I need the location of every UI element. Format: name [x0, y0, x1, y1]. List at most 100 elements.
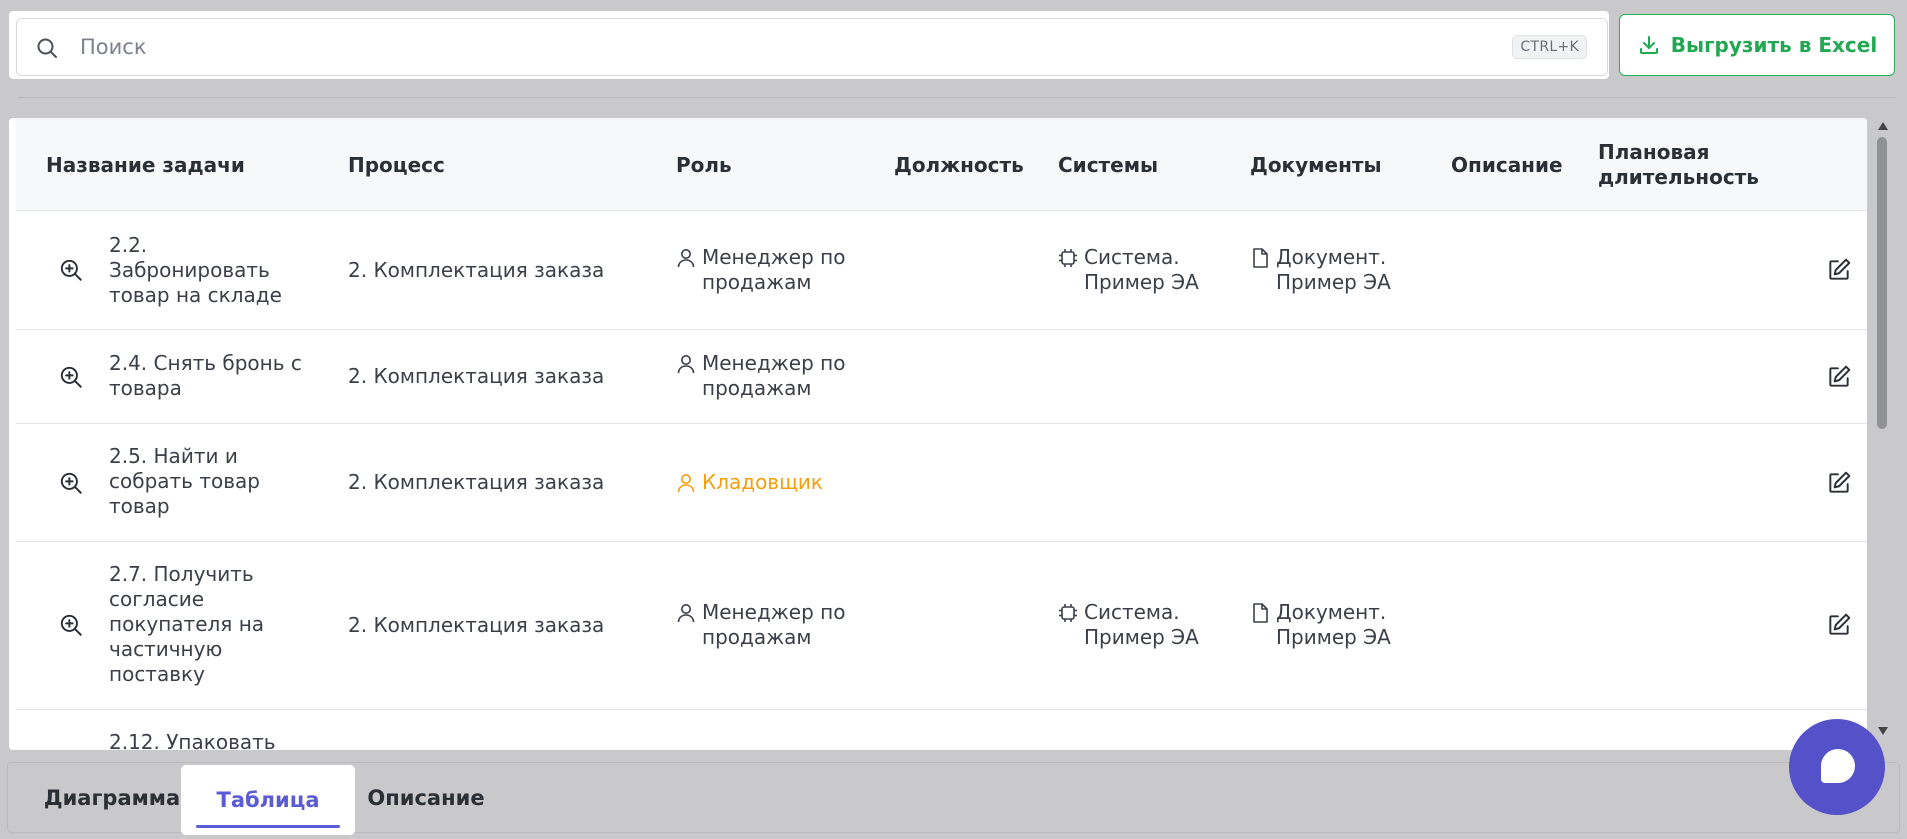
scrollbar-thumb[interactable]	[1877, 137, 1887, 429]
role-line: продажам	[702, 270, 812, 294]
task-name: 2.12. Упаковать	[109, 730, 276, 750]
chat-icon	[1821, 749, 1855, 783]
search-icon	[37, 38, 57, 58]
divider	[18, 97, 1896, 98]
table-row[interactable]: 2.5. Найти и собрать товар товар 2. Комп…	[16, 424, 1867, 542]
download-icon	[1639, 36, 1658, 54]
tab-table[interactable]: Таблица	[181, 765, 355, 835]
role-line: Кладовщик	[702, 470, 824, 494]
zoom-in-icon[interactable]	[58, 364, 84, 390]
task-name-line: поставку	[109, 662, 205, 686]
column-header-duration-line2: длительность	[1598, 165, 1759, 189]
task-name-line: собрать товар	[109, 469, 260, 493]
chip-icon	[1059, 604, 1077, 622]
user-icon	[677, 355, 695, 374]
zoom-in-icon[interactable]	[58, 612, 84, 638]
search-placeholder: Поиск	[80, 35, 147, 59]
document-line: Документ.	[1276, 245, 1387, 269]
column-header-duration[interactable]: Плановая длительность	[1598, 140, 1759, 190]
table-header: Название задачи Процесс Роль Должность С…	[16, 118, 1867, 211]
task-system[interactable]: Система. Пример ЭА	[1058, 245, 1199, 295]
document-line: Документ.	[1276, 600, 1387, 624]
scroll-up-arrow[interactable]	[1878, 122, 1888, 130]
role-line: Менеджер по	[702, 245, 846, 269]
task-process: 2. Комплектация заказа	[348, 364, 605, 388]
column-header-process[interactable]: Процесс	[348, 153, 445, 178]
task-role[interactable]: Кладовщик	[676, 470, 823, 495]
tab-label: Таблица	[216, 788, 320, 812]
system-line: Пример ЭА	[1084, 625, 1199, 649]
chat-button[interactable]	[1789, 719, 1885, 815]
export-excel-button[interactable]: Выгрузить в Excel	[1619, 14, 1895, 76]
role-line: продажам	[702, 376, 812, 400]
table-row[interactable]: 2.7. Получить согласие покупателя на час…	[16, 542, 1867, 710]
role-line: Менеджер по	[702, 600, 846, 624]
task-name-line: товара	[109, 376, 182, 400]
search-input[interactable]: Поиск CTRL+K	[16, 18, 1608, 76]
zoom-in-icon[interactable]	[58, 470, 84, 496]
task-name-line: 2.2.	[109, 233, 148, 257]
task-name-line: 2.5. Найти и	[109, 444, 238, 468]
tab-label: Диаграмма	[43, 785, 181, 810]
edit-icon[interactable]	[1826, 470, 1852, 496]
system-line: Система.	[1084, 245, 1180, 269]
task-role[interactable]: Менеджер по продажам	[676, 600, 845, 650]
task-process: 2. Комплектация заказа	[348, 470, 605, 494]
column-header-documents[interactable]: Документы	[1250, 153, 1382, 178]
task-document[interactable]: Документ. Пример ЭА	[1250, 600, 1391, 650]
task-name-line: частичную	[109, 637, 223, 661]
zoom-in-icon[interactable]	[58, 257, 84, 283]
file-icon	[1253, 248, 1268, 268]
system-line: Система.	[1084, 600, 1180, 624]
task-name-line: 2.12. Упаковать	[109, 730, 276, 750]
edit-icon[interactable]	[1826, 257, 1852, 283]
task-name: 2.4. Снять бронь с товара	[109, 351, 302, 401]
task-name: 2.5. Найти и собрать товар товар	[109, 444, 260, 519]
role-line: Менеджер по	[702, 351, 846, 375]
task-name-line: 2.7. Получить	[109, 562, 254, 586]
column-header-name[interactable]: Название задачи	[46, 153, 245, 178]
tab-diagram[interactable]: Диаграмма	[26, 763, 198, 832]
task-process: 2. Комплектация заказа	[348, 613, 605, 637]
edit-icon[interactable]	[1826, 612, 1852, 638]
column-header-systems[interactable]: Системы	[1058, 153, 1158, 178]
role-line: продажам	[702, 625, 812, 649]
column-header-duration-line1: Плановая	[1598, 140, 1710, 164]
task-name-line: покупателя на	[109, 612, 265, 636]
user-icon	[677, 604, 695, 623]
shortcut-badge: CTRL+K	[1512, 35, 1587, 59]
column-header-description[interactable]: Описание	[1451, 153, 1563, 178]
task-system[interactable]: Система. Пример ЭА	[1058, 600, 1199, 650]
column-header-position[interactable]: Должность	[894, 153, 1024, 178]
task-role[interactable]: Менеджер по продажам	[676, 245, 845, 295]
table-row[interactable]: 2.12. Упаковать	[16, 710, 1867, 750]
export-label: Выгрузить в Excel	[1670, 33, 1878, 57]
task-name: 2.2. Забронировать товар на складе	[109, 233, 282, 308]
task-document[interactable]: Документ. Пример ЭА	[1250, 245, 1391, 295]
column-header-role[interactable]: Роль	[676, 153, 732, 178]
task-name-line: товар	[109, 494, 170, 518]
view-tabs: Диаграмма Таблица Описание	[7, 762, 1900, 835]
scroll-down-arrow[interactable]	[1878, 727, 1888, 735]
active-tab-indicator	[196, 825, 340, 828]
task-name-line: 2.4. Снять бронь с	[109, 351, 302, 375]
task-name-line: товар на складе	[109, 283, 282, 307]
user-icon	[677, 249, 695, 268]
task-name-line: Забронировать	[109, 258, 270, 282]
file-icon	[1253, 603, 1268, 623]
edit-icon[interactable]	[1826, 364, 1852, 390]
user-icon	[677, 474, 695, 493]
tab-description[interactable]: Описание	[358, 763, 494, 832]
task-name-line: согласие	[109, 587, 205, 611]
document-line: Пример ЭА	[1276, 270, 1391, 294]
tasks-table: Название задачи Процесс Роль Должность С…	[9, 118, 1867, 750]
table-row[interactable]: 2.2. Забронировать товар на складе 2. Ко…	[16, 211, 1867, 330]
document-line: Пример ЭА	[1276, 625, 1391, 649]
system-line: Пример ЭА	[1084, 270, 1199, 294]
task-process: 2. Комплектация заказа	[348, 258, 605, 282]
table-row[interactable]: 2.4. Снять бронь с товара 2. Комплектаци…	[16, 330, 1867, 424]
tab-label: Описание	[367, 785, 485, 810]
chip-icon	[1059, 249, 1077, 267]
task-name: 2.7. Получить согласие покупателя на час…	[109, 562, 264, 687]
task-role[interactable]: Менеджер по продажам	[676, 351, 845, 401]
